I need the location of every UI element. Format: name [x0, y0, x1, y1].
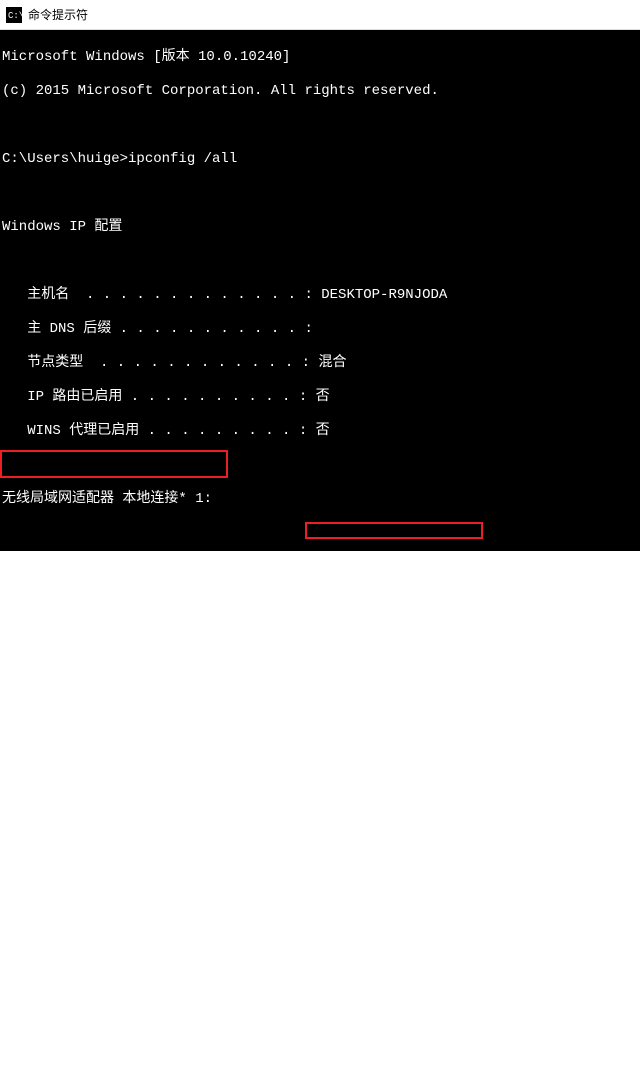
ip-routing-row: IP 路由已启用 . . . . . . . . . . : 否 — [2, 389, 640, 406]
blank — [2, 763, 640, 780]
conn-dns-eth-row: 连接特定的 DNS 后缀 . . . . . . . : — [2, 865, 640, 882]
dhcp-wireless-value: 是 — [321, 695, 335, 711]
autoconf-ethernet-row: 自动配置已启用. . . . . . . . . . : 是 — [2, 1001, 640, 1018]
autoconf-wireless-row: 自动配置已启用. . . . . . . . . . : 是 — [2, 729, 640, 746]
blank — [2, 457, 640, 474]
hostname-label: 主机名 . . . . . . . . . . . . . : — [2, 287, 321, 303]
blank — [2, 117, 640, 134]
dhcp-label: DHCP 已启用 . . . . . . . . . . . : — [2, 967, 321, 983]
wins-proxy-value: 否 — [316, 423, 330, 439]
blank — [2, 253, 640, 270]
wins-proxy-label: WINS 代理已启用 . . . . . . . . . : — [2, 423, 316, 439]
dns-suffix-row: 主 DNS 后缀 . . . . . . . . . . . : — [2, 321, 640, 338]
media-state-label: 媒体状态 . . . . . . . . . . . . : — [2, 559, 318, 575]
phys-addr-label: 物理地址. . . . . . . . . . . . . : — [2, 661, 318, 677]
autoconf-ethernet-value: 是 — [310, 1001, 324, 1017]
dhcp-ethernet-row: DHCP 已启用 . . . . . . . . . . . : 是 — [2, 967, 640, 984]
section-ipconfig: Windows IP 配置 — [2, 219, 640, 236]
desc-wireless-value: Microsoft Wi-Fi Direct Virtual Adapter — [324, 627, 640, 643]
node-type-row: 节点类型 . . . . . . . . . . . . : 混合 — [2, 355, 640, 372]
dhcp-label: DHCP 已启用 . . . . . . . . . . . : — [2, 695, 321, 711]
desc-ethernet-value: Realtek PCIe GBE Family Controller — [324, 899, 610, 915]
desc-ethernet-row: 描述. . . . . . . . . . . . . . . : Realte… — [2, 899, 640, 916]
phys-addr-label: 物理地址. . . . . . . . . . . . . : — [2, 933, 318, 949]
conn-dns-row: 连接特定的 DNS 后缀 . . . . . . . : — [2, 593, 640, 610]
hostname-value: DESKTOP-R9NJODA — [321, 287, 447, 303]
version-line: Microsoft Windows [版本 10.0.10240] — [2, 49, 640, 66]
dhcp-wireless-row: DHCP 已启用 . . . . . . . . . . . : 是 — [2, 695, 640, 712]
svg-text:C:\: C:\ — [8, 11, 22, 21]
node-type-label: 节点类型 . . . . . . . . . . . . : — [2, 355, 318, 371]
phys-addr-ethernet-row: 物理地址. . . . . . . . . . . . . : B8-70-F4… — [2, 933, 640, 950]
wins-proxy-row: WINS 代理已启用 . . . . . . . . . : 否 — [2, 423, 640, 440]
phys-addr-wireless-value: E0-06-E6-CB-37-D1 — [318, 661, 461, 677]
media-state-value: 媒体已断开连接 — [318, 559, 416, 575]
dhcp-ethernet-value: 是 — [321, 967, 335, 983]
blank — [2, 831, 640, 848]
blank — [2, 185, 640, 202]
autoconf-label: 自动配置已启用. . . . . . . . . . : — [2, 1001, 310, 1017]
hostname-row: 主机名 . . . . . . . . . . . . . : DESKTOP-… — [2, 287, 640, 304]
cmd-icon: C:\ — [6, 7, 22, 23]
prompt-line: C:\Users\huige>ipconfig /all — [2, 151, 640, 168]
phys-addr-ethernet-value: B8-70-F4-DB-B8-4D — [318, 933, 461, 949]
desc-wireless-row: 描述. . . . . . . . . . . . . . . : Micros… — [2, 627, 640, 644]
ip-routing-label: IP 路由已启用 . . . . . . . . . . : — [2, 389, 316, 405]
phys-addr-wireless-row: 物理地址. . . . . . . . . . . . . : E0-06-E6… — [2, 661, 640, 678]
blank — [2, 525, 640, 542]
node-type-value: 混合 — [318, 355, 346, 371]
copyright-line: (c) 2015 Microsoft Corporation. All righ… — [2, 83, 640, 100]
section-ethernet: 以太网适配器 以太网: — [2, 797, 640, 814]
desc-label: 描述. . . . . . . . . . . . . . . : — [2, 627, 324, 643]
autoconf-wireless-value: 是 — [310, 729, 324, 745]
window-titlebar: C:\ 命令提示符 — [0, 0, 640, 30]
media-state-row: 媒体状态 . . . . . . . . . . . . : 媒体已断开连接 — [2, 559, 640, 576]
terminal-output[interactable]: Microsoft Windows [版本 10.0.10240] (c) 20… — [0, 30, 640, 551]
ip-routing-value: 否 — [316, 389, 330, 405]
autoconf-label: 自动配置已启用. . . . . . . . . . : — [2, 729, 310, 745]
window-title: 命令提示符 — [28, 6, 88, 23]
section-wireless: 无线局域网适配器 本地连接* 1: — [2, 491, 640, 508]
desc-label: 描述. . . . . . . . . . . . . . . : — [2, 899, 324, 915]
